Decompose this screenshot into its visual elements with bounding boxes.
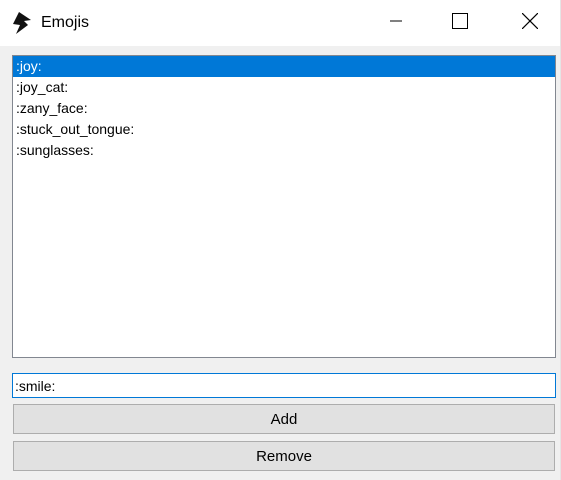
window-title: Emojis [41,14,90,31]
close-button[interactable] [507,0,553,46]
list-item[interactable]: :joy_cat: [13,77,555,98]
maximize-icon [452,12,468,34]
list-item[interactable]: :joy: [13,56,555,77]
list-item[interactable]: :sunglasses: [13,140,555,161]
list-item[interactable]: :stuck_out_tongue: [13,119,555,140]
close-icon [521,12,539,34]
maximize-button[interactable] [437,0,483,46]
title-bar[interactable]: Emojis [0,0,561,46]
app-window: Emojis :joy: :joy_cat: :zany_face: :stuc… [0,0,561,480]
add-button[interactable]: Add [13,404,555,434]
emoji-listbox[interactable]: :joy: :joy_cat: :zany_face: :stuck_out_t… [12,55,556,358]
remove-button[interactable]: Remove [13,441,555,471]
minimize-button[interactable] [373,0,419,46]
list-item[interactable]: :zany_face: [13,98,555,119]
minimize-icon [390,14,402,32]
lightning-bolt-icon [10,11,34,35]
emoji-entry-input[interactable] [12,373,556,398]
